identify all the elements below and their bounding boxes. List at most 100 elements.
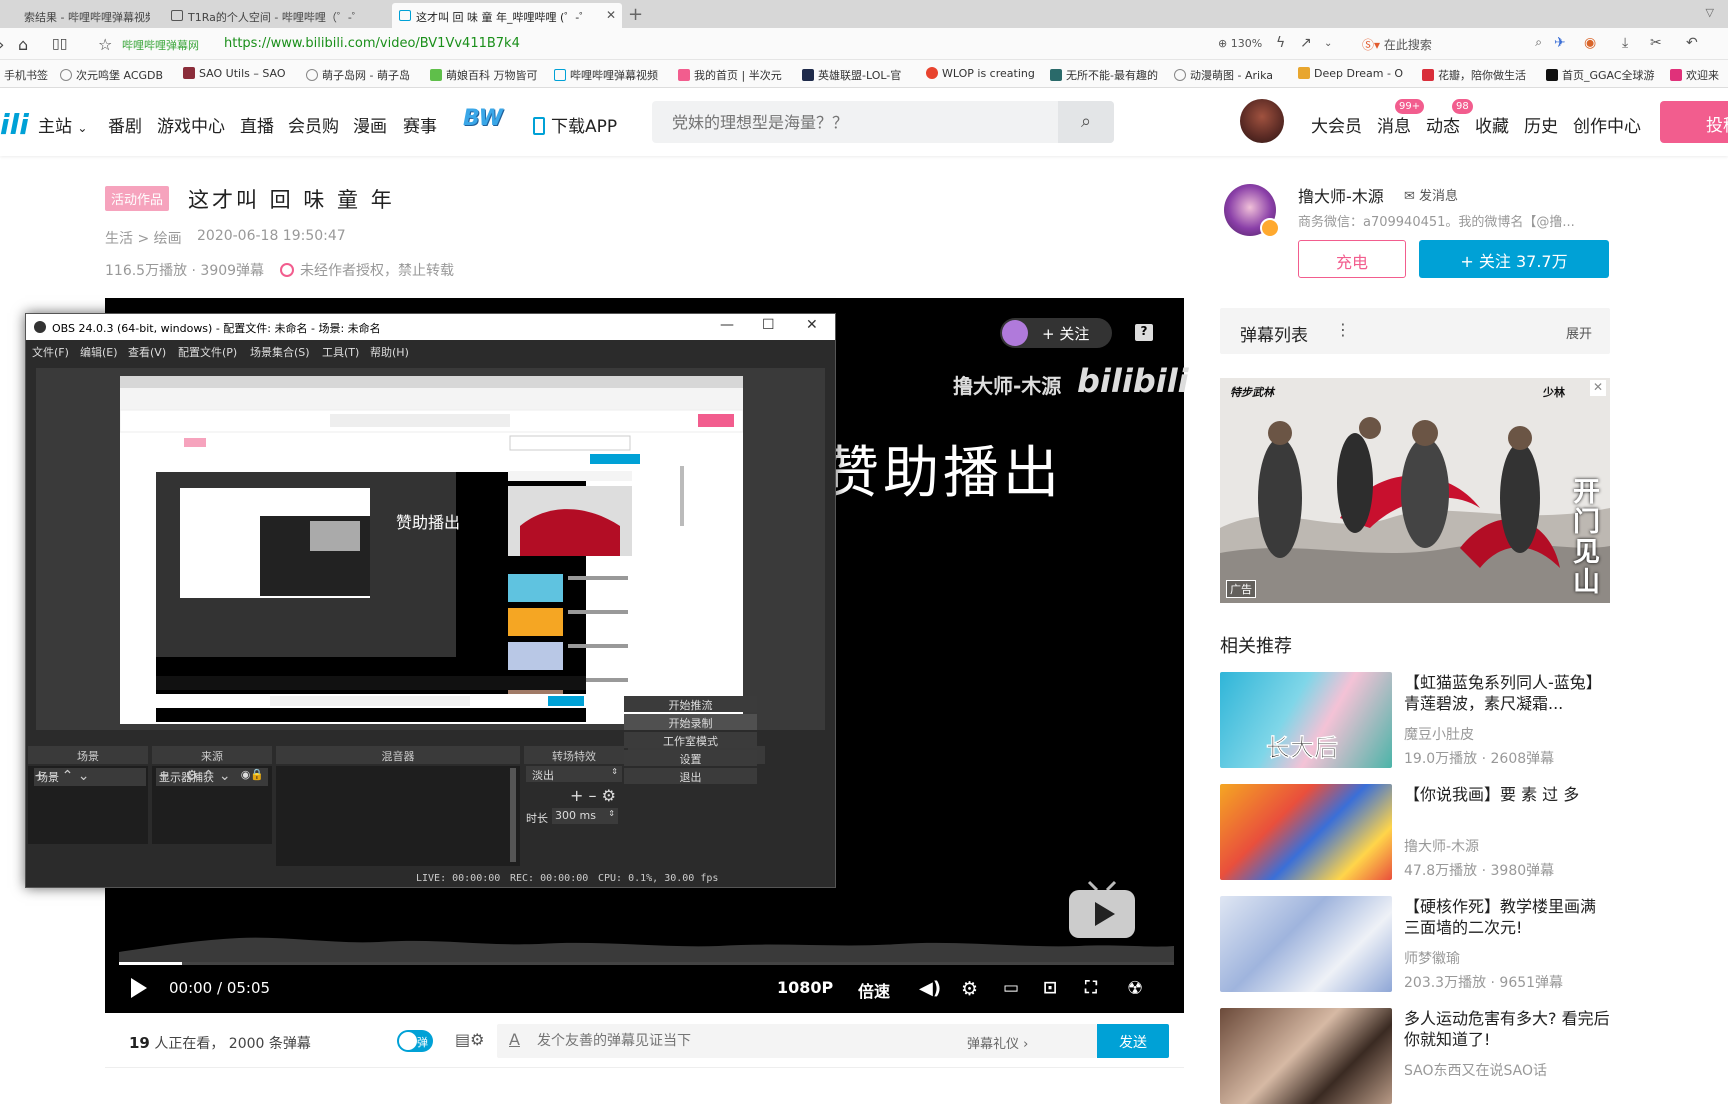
progress-bar[interactable] xyxy=(119,962,1174,965)
bookmark-item[interactable]: 花瓣，陪你做生活 xyxy=(1422,67,1526,83)
bilibili-logo[interactable]: ili xyxy=(0,108,29,141)
download-icon[interactable]: ⤓ xyxy=(1622,35,1628,51)
site-search-input[interactable] xyxy=(652,101,1056,143)
fullscreen-icon[interactable]: ☢ xyxy=(1127,978,1143,999)
forward-icon[interactable]: › xyxy=(0,35,4,54)
bookmark-item[interactable]: 英雄联盟-LOL-官 xyxy=(802,67,901,83)
obs-menu-profile[interactable]: 配置文件(P) xyxy=(178,344,237,360)
settings-button[interactable]: 设置 xyxy=(624,750,757,766)
recommend-item[interactable]: 长大后 【虹猫蓝兔系列同人-蓝兔】青莲碧波，素尺凝霜... 魔豆小肚皮 19.0… xyxy=(1220,672,1610,772)
nav-game-center[interactable]: 游戏中心 xyxy=(157,112,225,137)
undo-icon[interactable]: ↶ xyxy=(1686,35,1698,51)
download-app-link[interactable]: 下载APP xyxy=(533,112,617,137)
bookmark-item[interactable]: 首页_GGAC全球游 xyxy=(1546,67,1655,83)
charge-button[interactable]: 充电 xyxy=(1298,240,1406,278)
obs-menu-help[interactable]: 帮助(H) xyxy=(370,344,409,360)
chevron-down-icon[interactable]: ⌄ xyxy=(1324,38,1332,49)
recommend-item[interactable]: 【你说我画】要 素 过 多 撸大师-木源 47.8万播放 · 3980弹幕 xyxy=(1220,784,1610,884)
bookmark-item[interactable]: 萌子岛网 - 萌子岛 xyxy=(306,67,410,83)
bookmark-item[interactable]: Deep Dream - O xyxy=(1298,67,1403,80)
obs-menu-file[interactable]: 文件(F) xyxy=(32,344,69,360)
browser-search-field[interactable]: Ⓢ▾ 在此搜索 ⌕ xyxy=(1362,35,1542,53)
reading-list-icon[interactable]: ▯▯ xyxy=(52,36,67,52)
zoom-level[interactable]: ⊕ 130% xyxy=(1218,37,1262,50)
danmaku-settings-icon[interactable]: ▤⚙ xyxy=(455,1030,484,1050)
flash-icon[interactable]: ϟ xyxy=(1276,35,1285,51)
search-button[interactable]: ⌕ xyxy=(1058,101,1114,143)
activity-tag[interactable]: 活动作品 xyxy=(105,186,170,211)
obs-titlebar[interactable]: OBS 24.0.3 (64-bit, windows) - 配置文件: 未命名… xyxy=(26,314,835,340)
recommend-item-title[interactable]: 【虹猫蓝兔系列同人-蓝兔】青莲碧波，素尺凝霜... xyxy=(1404,672,1610,714)
danmaku-input[interactable] xyxy=(537,1024,957,1058)
obs-menu-scene-collection[interactable]: 场景集合(S) xyxy=(250,344,310,360)
close-tab-icon[interactable]: ✕ xyxy=(606,8,616,22)
picture-in-picture-icon[interactable]: ▭ xyxy=(1003,978,1019,998)
nav-favorites[interactable]: 收藏 xyxy=(1475,112,1509,137)
bookmark-star-icon[interactable]: ☆ xyxy=(98,35,112,54)
new-tab-button[interactable]: + xyxy=(628,4,643,25)
obs-preview-capture[interactable]: 赞助播出 xyxy=(120,376,743,724)
recommend-item-author[interactable]: 魔豆小肚皮 xyxy=(1404,724,1474,744)
uploader-name[interactable]: 撸大师-木源 xyxy=(1298,183,1384,207)
recommend-item[interactable]: 【硬核作死】教学楼里画满三面墙的二次元! 师梦徽瑜 203.3万播放 · 965… xyxy=(1220,896,1610,996)
uploader-avatar[interactable] xyxy=(1224,184,1280,238)
danmaku-etiquette-link[interactable]: 弹幕礼仪 › xyxy=(967,1033,1028,1052)
scene-tools[interactable]: + – ⌃ ⌄ xyxy=(34,768,90,784)
bookmark-item[interactable]: 哔哩哔哩弹幕视频 xyxy=(554,67,658,83)
nav-creator-center[interactable]: 创作中心 xyxy=(1573,112,1641,137)
browser-tab[interactable]: 索结果 - 哔哩哔哩弹幕视频 xyxy=(0,3,150,28)
extension-icon[interactable]: ✈ xyxy=(1554,35,1566,51)
duration-field[interactable]: 300 ms ⇕ xyxy=(552,808,618,824)
minimize-icon[interactable]: — xyxy=(720,317,734,333)
bookmark-item[interactable]: WLOP is creating xyxy=(926,67,1035,80)
visibility-eye-icon[interactable]: ◉🔒 xyxy=(241,768,264,781)
widescreen-icon[interactable]: ⊡ xyxy=(1043,978,1057,998)
close-icon[interactable]: ✕ xyxy=(806,317,818,333)
nav-vip[interactable]: 大会员 xyxy=(1311,112,1362,137)
recommend-item-title[interactable]: 【硬核作死】教学楼里画满三面墙的二次元! xyxy=(1404,896,1610,938)
tab-list-icon[interactable]: ▽ xyxy=(1706,6,1714,19)
player-follow-button[interactable]: + 关注 xyxy=(1000,318,1112,348)
bookmark-item[interactable]: 手机书签 xyxy=(4,67,48,83)
recommend-item[interactable]: 多人运动危害有多大? 看完后你就知道了! SAO东西又在说SAO话 xyxy=(1220,1008,1610,1108)
nav-dynamic[interactable]: 动态 98 xyxy=(1426,99,1473,137)
send-danmaku-button[interactable]: 发送 xyxy=(1097,1024,1169,1058)
ad-banner[interactable]: 特步武林 少林 开门见山 广告 ✕ xyxy=(1220,378,1610,603)
upload-button[interactable]: 投稿 xyxy=(1660,101,1728,143)
send-message-link[interactable]: ✉ 发消息 xyxy=(1404,185,1458,204)
recommend-item-author[interactable]: 撸大师-木源 xyxy=(1404,836,1479,856)
obs-menu-view[interactable]: 查看(V) xyxy=(128,344,166,360)
game-extension-icon[interactable]: ◉ xyxy=(1584,35,1596,51)
bookmark-item[interactable]: 动漫萌图 - Arika xyxy=(1174,67,1273,83)
bookmark-item[interactable]: 次元鸣堡 ACGDB xyxy=(60,67,163,83)
expand-button[interactable]: 展开 xyxy=(1566,323,1592,342)
home-icon[interactable]: ⌂ xyxy=(18,35,28,54)
breadcrumb[interactable]: 生活 > 绘画 xyxy=(105,228,182,248)
user-avatar[interactable] xyxy=(1240,99,1284,143)
search-icon[interactable]: ⌕ xyxy=(1535,35,1542,50)
help-icon[interactable]: ? xyxy=(1135,324,1153,341)
nav-messages[interactable]: 消息 99+ xyxy=(1377,99,1425,137)
nav-main[interactable]: 主站 ⌄ xyxy=(38,112,87,137)
recommend-item-title[interactable]: 【你说我画】要 素 过 多 xyxy=(1404,784,1610,805)
transition-select[interactable]: 淡出 ⇕ xyxy=(526,766,622,782)
nav-shop[interactable]: 会员购 xyxy=(288,112,339,137)
play-icon[interactable] xyxy=(131,978,147,998)
cut-icon[interactable]: ✂ xyxy=(1650,35,1662,51)
follow-button[interactable]: + 关注 37.7万 xyxy=(1419,240,1609,278)
danmaku-style-icon[interactable]: A xyxy=(509,1030,520,1049)
bookmark-item[interactable]: SAO Utils – SAO xyxy=(183,67,286,80)
share-icon[interactable]: ↗ xyxy=(1300,35,1312,51)
settings-gear-icon[interactable]: ⚙ xyxy=(961,978,978,1000)
recommend-item-author[interactable]: 师梦徽瑜 xyxy=(1404,948,1460,968)
start-streaming-button[interactable]: 开始推流 xyxy=(624,696,757,712)
bw-logo[interactable]: BW xyxy=(463,106,503,131)
bookmark-item[interactable]: 欢迎来 xyxy=(1670,67,1719,83)
more-icon[interactable]: ⋮ xyxy=(1335,320,1351,339)
mixer-scrollbar[interactable] xyxy=(510,768,516,862)
url-field[interactable]: https://www.bilibili.com/video/BV1Vv411B… xyxy=(224,36,520,51)
nav-live[interactable]: 直播 xyxy=(240,112,274,137)
web-fullscreen-icon[interactable]: ⛶ xyxy=(1085,978,1097,998)
source-tools[interactable]: + – ⚙ ⌃ ⌄ xyxy=(158,768,231,784)
bookmark-item[interactable]: 无所不能-最有趣的 xyxy=(1050,67,1158,83)
